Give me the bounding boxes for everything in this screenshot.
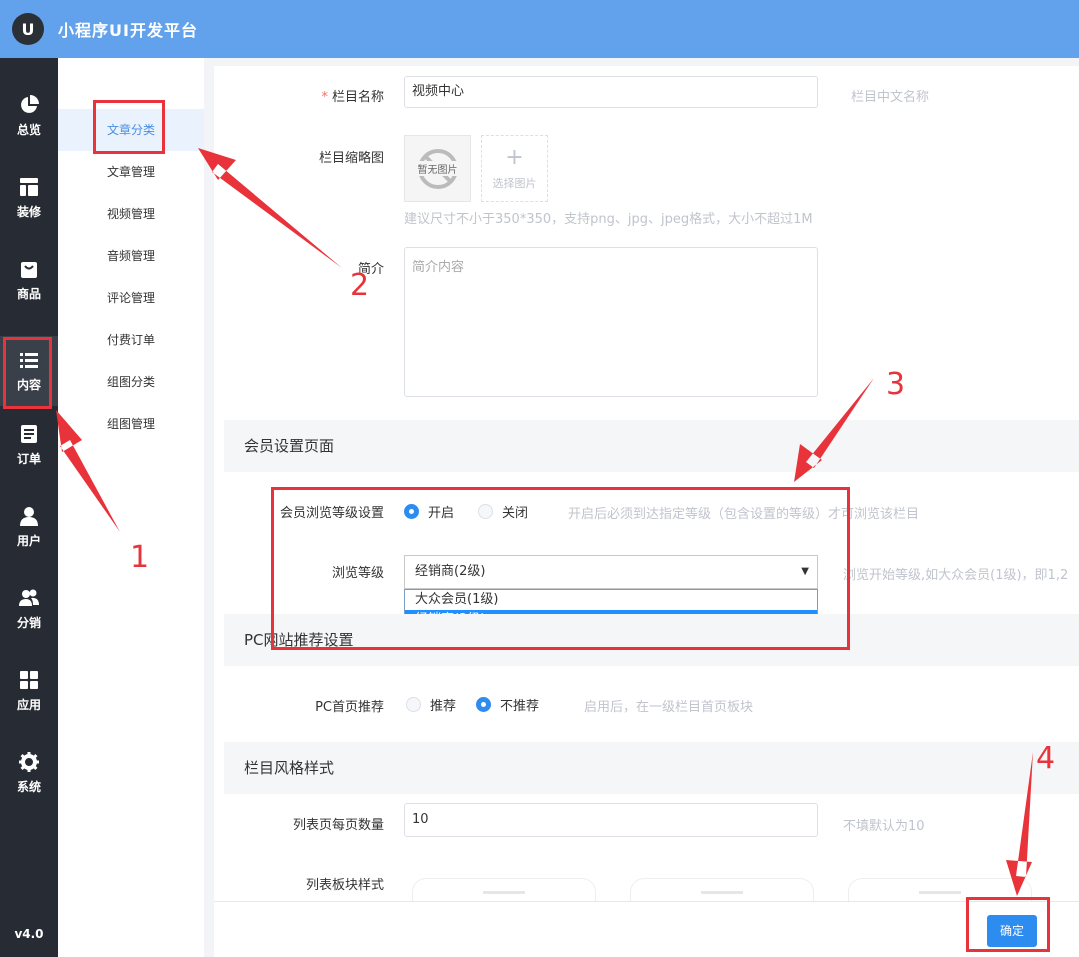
subnav-item-video-manage[interactable]: 视频管理 — [58, 193, 204, 235]
subnav-item-gallery-manage[interactable]: 组图管理 — [58, 403, 204, 445]
nav-item-system[interactable]: 系统 — [0, 738, 58, 808]
pc-home-hint: 启用后，在一级栏目首页板块 — [584, 700, 754, 715]
nav-item-apps[interactable]: 应用 — [0, 656, 58, 726]
block-style-option-2[interactable] — [630, 878, 814, 901]
top-bar: U 小程序UI开发平台 — [0, 0, 1079, 58]
layout-icon — [20, 177, 38, 196]
pc-not-recommend-radio[interactable]: 不推荐 — [476, 695, 539, 714]
app-title: 小程序UI开发平台 — [58, 21, 198, 40]
nav-item-orders[interactable]: 订单 — [0, 410, 58, 480]
users-icon — [19, 589, 39, 606]
annotation-number-1: 1 — [130, 540, 150, 575]
nav-label: 商品 — [16, 286, 41, 301]
nav-item-decor[interactable]: 装修 — [0, 163, 58, 233]
page-size-label: 列表页每页数量 — [292, 818, 384, 833]
nav-item-users[interactable]: 用户 — [0, 492, 58, 562]
thumb-hint: 建议尺寸不小于350*350，支持png、jpg、jpeg格式，大小不超过1M — [404, 212, 813, 227]
shopping-bag-icon — [21, 261, 37, 278]
logo-letter: U — [21, 19, 35, 39]
document-icon — [21, 424, 37, 443]
annotation-box-2 — [93, 100, 165, 154]
pc-home-label: PC首页推荐 — [315, 700, 384, 715]
thumbnail-preview: 暂无图片 — [404, 135, 471, 202]
subnav-item-comment-manage[interactable]: 评论管理 — [58, 277, 204, 319]
annotation-box-4 — [966, 897, 1050, 952]
intro-textarea[interactable]: 简介内容 — [404, 247, 818, 397]
required-mark: * — [321, 90, 328, 105]
nav-label: 系统 — [16, 779, 41, 794]
no-image-text: 暂无图片 — [417, 161, 458, 176]
block-style-label: 列表板块样式 — [305, 878, 384, 893]
radio-dot-checked — [476, 697, 491, 712]
nav-label: 用户 — [16, 533, 41, 548]
nav-label: 订单 — [16, 451, 41, 466]
gear-icon — [19, 751, 39, 772]
radio-dot — [406, 697, 421, 712]
nav-label: 分销 — [16, 615, 41, 630]
nav-label: 应用 — [16, 697, 41, 712]
radio-label: 不推荐 — [500, 699, 540, 714]
grid-icon — [20, 670, 38, 689]
annotation-number-3: 3 — [886, 367, 906, 402]
block-style-option-1[interactable] — [412, 878, 596, 901]
form-panel: * 栏目名称 视频中心 栏目中文名称 栏目缩略图 暂无图片 + 选择图片 建议尺寸… — [214, 66, 1079, 901]
category-name-input[interactable]: 视频中心 — [404, 76, 818, 108]
select-image-button[interactable]: + 选择图片 — [481, 135, 548, 202]
nav-item-overview[interactable]: 总览 — [0, 81, 58, 151]
sub-nav: 文章分类 文章管理 视频管理 音频管理 评论管理 付费订单 组图分类 组图管理 — [58, 58, 204, 957]
form-footer: 确定 — [214, 901, 1079, 957]
pc-recommend-radio[interactable]: 推荐 — [406, 695, 456, 714]
name-label-text: 栏目名称 — [331, 90, 384, 105]
page-size-input[interactable]: 10 — [404, 803, 818, 837]
plus-icon: + — [505, 144, 524, 170]
member-section-header: 会员设置页面 — [224, 420, 1079, 472]
subnav-item-paid-orders[interactable]: 付费订单 — [58, 319, 204, 361]
page-size-hint: 不填默认为10 — [843, 819, 925, 834]
thumb-label: 栏目缩略图 — [318, 151, 384, 166]
style-section-header: 栏目风格样式 — [224, 742, 1079, 794]
annotation-number-4: 4 — [1036, 741, 1056, 776]
nav-item-goods[interactable]: 商品 — [0, 245, 58, 315]
annotation-number-2: 2 — [350, 268, 370, 303]
pie-chart-icon — [21, 94, 39, 113]
card-bar — [483, 891, 525, 894]
subnav-item-article-manage[interactable]: 文章管理 — [58, 151, 204, 193]
card-bar — [919, 891, 961, 894]
nav-label: 总览 — [16, 122, 41, 137]
subnav-item-gallery-category[interactable]: 组图分类 — [58, 361, 204, 403]
select-image-label: 选择图片 — [492, 176, 537, 190]
name-label: * 栏目名称 — [214, 86, 384, 105]
card-bar — [701, 891, 743, 894]
annotation-box-3 — [271, 487, 850, 650]
nav-item-distribution[interactable]: 分销 — [0, 574, 58, 644]
subnav-item-audio-manage[interactable]: 音频管理 — [58, 235, 204, 277]
nav-label: 装修 — [16, 204, 41, 219]
version-label: v4.0 — [14, 927, 44, 941]
name-hint: 栏目中文名称 — [851, 90, 930, 105]
annotation-box-1 — [3, 337, 52, 409]
radio-label: 推荐 — [430, 699, 457, 714]
browse-level-hint: 浏览开始等级,如大众会员(1级)，即1,2 — [843, 568, 1069, 583]
main-nav: 总览 装修 商品 内容 订单 用户 分销 应用 系统 v4.0 — [0, 58, 58, 957]
user-icon — [20, 506, 38, 526]
app-logo[interactable]: U — [12, 13, 44, 45]
